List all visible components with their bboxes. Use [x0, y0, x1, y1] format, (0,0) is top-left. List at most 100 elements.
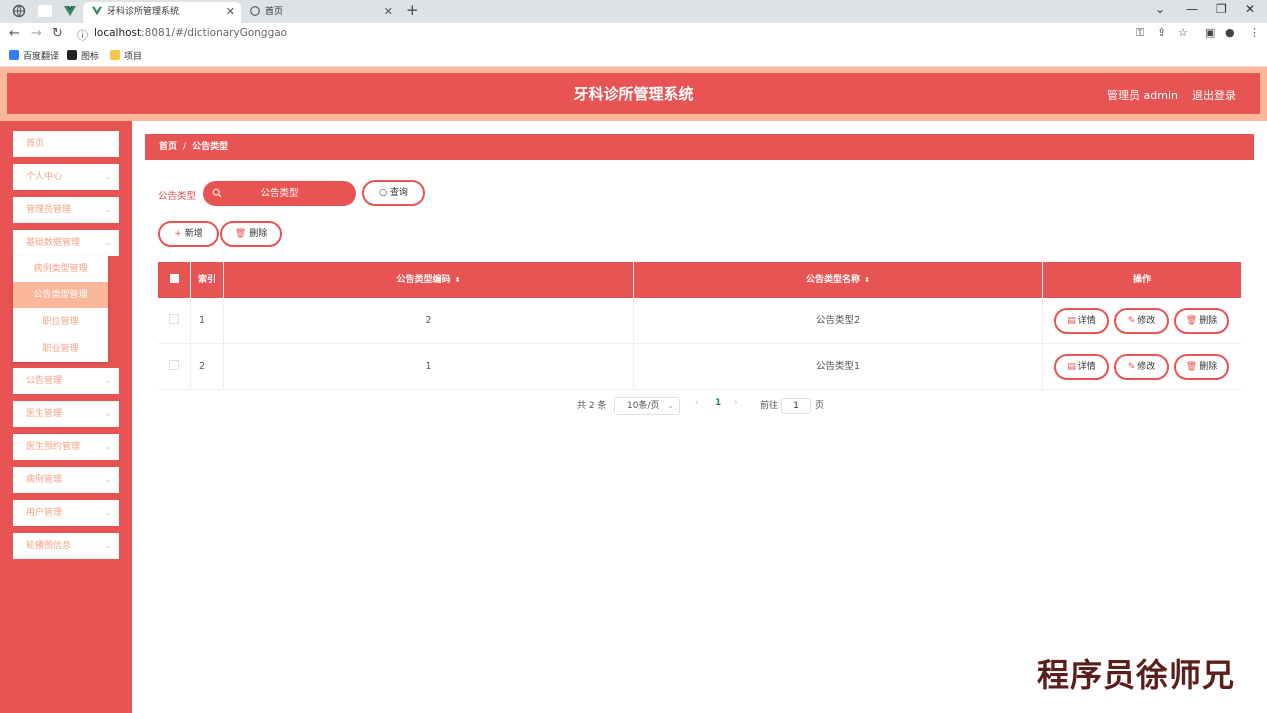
submenu-item-case-types[interactable]: 病例类型管理: [13, 256, 108, 282]
row-checkbox[interactable]: [158, 344, 191, 390]
detail-button[interactable]: ▤ 详情: [1054, 354, 1109, 380]
app-header-frame: 牙科诊所管理系统 管理员 admin 退出登录: [0, 67, 1267, 121]
delete-label: 删除: [1199, 316, 1218, 326]
row-checkbox[interactable]: [158, 298, 191, 344]
logout-link[interactable]: 退出登录: [1192, 87, 1236, 103]
sidebar-item-label: 基础数据管理: [26, 238, 81, 248]
url-field[interactable]: localhost:8081/#/dictionaryGonggao: [94, 27, 287, 39]
sort-icon[interactable]: ⬍: [455, 276, 461, 284]
sidebar-item-cases[interactable]: 病例管理 ⌄: [13, 467, 119, 493]
trash-icon: 🗑: [1185, 316, 1198, 326]
bulk-delete-button[interactable]: 🗑 删除: [220, 221, 282, 247]
bookmark-item[interactable]: 百度翻译: [9, 49, 59, 62]
search-input[interactable]: 公告类型: [203, 181, 356, 206]
col-ops: 操作: [1132, 275, 1151, 285]
tab-search-icon[interactable]: ⌄: [1155, 2, 1165, 16]
window-close-icon[interactable]: ✕: [1245, 2, 1255, 16]
delete-button[interactable]: 🗑 删除: [1174, 354, 1229, 380]
cell-code: 1: [224, 344, 634, 390]
restore-icon[interactable]: ❐: [1216, 2, 1227, 16]
globe-icon[interactable]: [12, 4, 26, 18]
edit-label: 修改: [1137, 362, 1156, 372]
sidebar-item-appointments[interactable]: 医生预约管理 ⌄: [13, 434, 119, 460]
search-icon: [212, 188, 222, 198]
sidebar-item-carousel[interactable]: 轮播图信息 ⌄: [13, 533, 119, 559]
share-icon[interactable]: ⇪: [1157, 26, 1166, 39]
bookmark-item[interactable]: 图标: [67, 49, 99, 62]
reload-icon[interactable]: ↻: [52, 26, 63, 41]
search-label: 公告类型: [158, 191, 197, 202]
tab-active[interactable]: 牙科诊所管理系统 ✕: [83, 2, 241, 23]
col-code-label: 公告类型编码: [396, 275, 451, 285]
profile-icon[interactable]: ●: [1225, 26, 1235, 39]
sort-icon[interactable]: ⬍: [864, 276, 870, 284]
search-icon: ○: [379, 188, 387, 198]
sidebar-item-label: 病例管理: [26, 475, 63, 485]
edit-button[interactable]: ✎ 修改: [1114, 354, 1169, 380]
sidebar-item-basic-data[interactable]: 基础数据管理 ⌄: [13, 230, 119, 256]
sidebar: 首页 个人中心 ⌄ 管理员管理 ⌄ 基础数据管理 ⌄ 公告管理 ⌄ 医生管理 ⌄ 医生预约…: [0, 121, 132, 713]
search-placeholder: 公告类型: [260, 188, 299, 199]
add-button[interactable]: + 新增: [158, 221, 219, 247]
sidebar-item-home[interactable]: 首页: [13, 131, 119, 157]
breadcrumb-home[interactable]: 首页: [159, 142, 177, 152]
sidebar-item-users[interactable]: 用户管理 ⌄: [13, 500, 119, 526]
query-button[interactable]: ○ 查询: [362, 180, 425, 206]
new-tab-button[interactable]: +: [406, 1, 419, 19]
delete-button[interactable]: 🗑 删除: [1174, 308, 1229, 334]
close-icon[interactable]: ✕: [384, 2, 393, 21]
cell-ops: ▤ 详情 ✎ 修改 🗑 删除: [1043, 344, 1241, 390]
trash-icon: 🗑: [234, 229, 247, 239]
bookmark-item[interactable]: 项目: [110, 49, 142, 62]
info-icon[interactable]: ⓘ: [77, 27, 88, 43]
pagination-total: 共 2 条: [577, 401, 607, 411]
vue-icon[interactable]: [63, 4, 77, 18]
back-icon[interactable]: ←: [9, 26, 20, 41]
detail-button[interactable]: ▤ 详情: [1054, 308, 1109, 334]
chevron-down-icon: ⌄: [104, 442, 111, 451]
bookmarks-bar: 百度翻译 图标 项目: [0, 45, 1267, 67]
page-size-select[interactable]: 10条/页 ⌄: [614, 397, 680, 415]
detail-label: 详情: [1077, 316, 1096, 326]
app-header: 牙科诊所管理系统 管理员 admin 退出登录: [7, 73, 1260, 114]
goto-page-input[interactable]: 1: [781, 398, 811, 414]
sidebar-item-admins[interactable]: 管理员管理 ⌄: [13, 197, 119, 223]
close-icon[interactable]: ✕: [226, 2, 235, 21]
add-button-label: 新增: [184, 229, 203, 239]
image-icon: [67, 50, 77, 60]
breadcrumb: 首页 / 公告类型: [145, 134, 1254, 160]
prev-page-icon[interactable]: ‹: [695, 398, 699, 408]
key-icon[interactable]: ⚿: [1136, 26, 1144, 40]
submenu-basic-data: 病例类型管理 公告类型管理 职位管理 职业管理: [13, 256, 108, 362]
checkbox-icon: [169, 360, 179, 370]
chevron-down-icon: ⌄: [104, 376, 111, 385]
submenu-item-positions[interactable]: 职位管理: [13, 309, 108, 335]
star-icon[interactable]: ☆: [1178, 26, 1188, 39]
sidebar-item-doctors[interactable]: 医生管理 ⌄: [13, 401, 119, 427]
submenu-item-occupations[interactable]: 职业管理: [13, 336, 108, 362]
edit-button[interactable]: ✎ 修改: [1114, 308, 1169, 334]
forward-icon[interactable]: →: [31, 26, 42, 41]
menu-icon[interactable]: ⋮: [1249, 26, 1260, 39]
submenu-item-announcement-types[interactable]: 公告类型管理: [13, 282, 108, 308]
sidebar-item-announcements[interactable]: 公告管理 ⌄: [13, 368, 119, 394]
chevron-down-icon: ⌄: [667, 401, 674, 410]
sidebar-item-label: 医生预约管理: [26, 442, 81, 452]
col-code[interactable]: 公告类型编码 ⬍: [224, 262, 634, 298]
cell-code: 2: [224, 298, 634, 344]
current-page[interactable]: 1: [715, 398, 721, 408]
globe-icon: [250, 6, 260, 16]
sidebar-item-profile[interactable]: 个人中心 ⌄: [13, 164, 119, 190]
browser-tabbar: 牙科诊所管理系统 ✕ 首页 ✕ + ⌄ — ❐ ✕: [0, 0, 1267, 23]
cell-name: 公告类型1: [634, 344, 1043, 390]
minimize-icon[interactable]: —: [1186, 2, 1198, 16]
sidepanel-icon[interactable]: ▣: [1205, 26, 1215, 39]
tab-title: 首页: [265, 7, 284, 17]
select-all-checkbox[interactable]: [158, 262, 191, 298]
next-page-icon[interactable]: ›: [734, 398, 738, 408]
table-header: 索引 公告类型编码 ⬍ 公告类型名称 ⬍ 操作: [158, 262, 1241, 298]
col-name[interactable]: 公告类型名称 ⬍: [634, 262, 1043, 298]
tab-group-icon[interactable]: [38, 5, 52, 17]
tab-inactive[interactable]: 首页 ✕: [241, 2, 399, 23]
url-path: :8081/#/dictionaryGonggao: [141, 27, 288, 39]
